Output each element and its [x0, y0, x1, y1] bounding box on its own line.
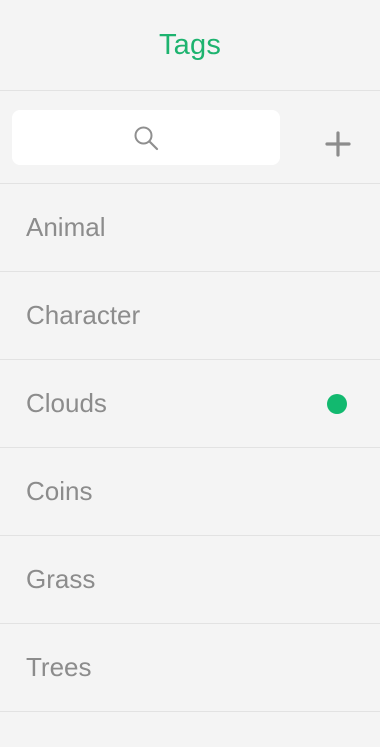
tag-row-trees[interactable]: Trees	[0, 624, 380, 712]
plus-icon	[325, 131, 351, 157]
tag-label: Clouds	[26, 388, 107, 418]
tags-panel: Tags Animal Character Clouds Coins Grass…	[0, 0, 380, 747]
search-icon	[134, 126, 159, 150]
selected-indicator-dot	[327, 394, 347, 414]
tag-row-animal[interactable]: Animal	[0, 184, 380, 272]
tag-label: Grass	[26, 564, 96, 594]
header: Tags	[0, 0, 380, 91]
search-input[interactable]	[12, 110, 280, 165]
tag-row-coins[interactable]: Coins	[0, 448, 380, 536]
add-tag-button[interactable]	[318, 124, 358, 164]
tag-label: Trees	[26, 652, 92, 682]
tag-row-character[interactable]: Character	[0, 272, 380, 360]
search-bar	[0, 91, 380, 184]
tag-list: Animal Character Clouds Coins Grass Tree…	[0, 184, 380, 712]
tag-label: Animal	[26, 212, 106, 242]
tag-label: Character	[26, 300, 141, 330]
tag-label: Coins	[26, 476, 93, 506]
page-title: Tags	[158, 28, 222, 61]
tag-row-clouds[interactable]: Clouds	[0, 360, 380, 448]
tag-row-grass[interactable]: Grass	[0, 536, 380, 624]
